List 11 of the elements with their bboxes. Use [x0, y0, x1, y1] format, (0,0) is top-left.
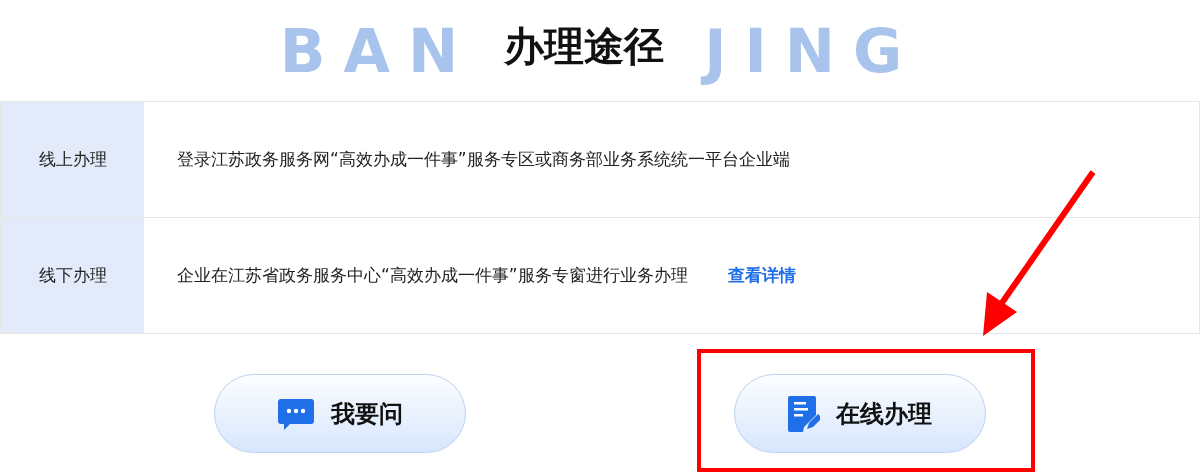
background-letters: BAN: [279, 15, 477, 86]
table-cell: 登录江苏政务服务网“高效办成一件事”服务专区或商务部业务系统统一平台企业端: [177, 148, 790, 171]
online-apply-button[interactable]: 在线办理: [734, 374, 986, 453]
details-link[interactable]: 查看详情: [727, 264, 796, 287]
document-edit-icon: [788, 395, 820, 432]
chat-icon: [277, 396, 315, 431]
table-cell: 企业在江苏省政务服务中心“高效办成一件事”服务专窗进行业务办理: [177, 264, 688, 287]
ask-button[interactable]: 我要问: [214, 374, 466, 453]
row-header: 线下办理: [1, 218, 144, 333]
row-header: 线上办理: [1, 102, 144, 217]
section-title: 办理途径: [504, 22, 665, 71]
